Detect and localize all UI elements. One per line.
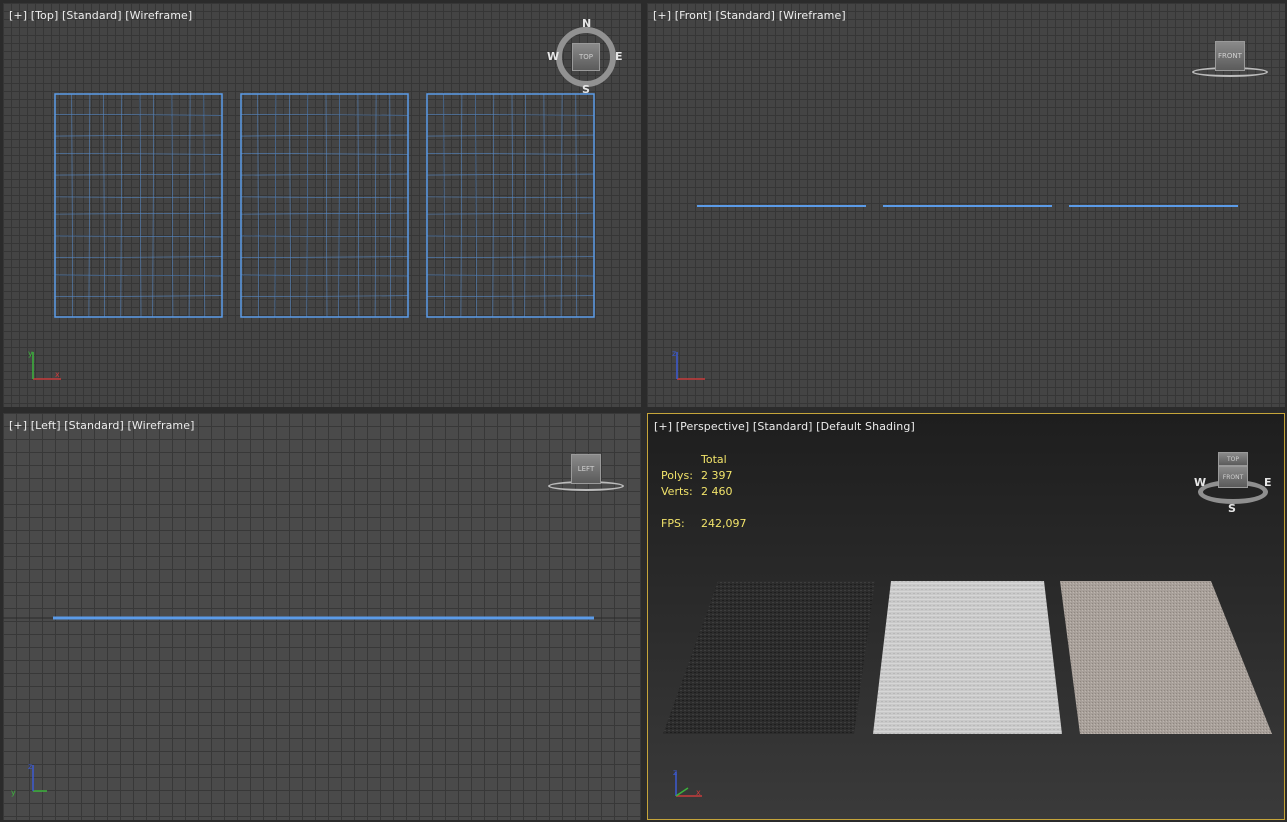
wire-line [511, 93, 514, 318]
viewcube-compass[interactable]: TOP N S E W [547, 17, 623, 96]
wire-line [274, 93, 277, 318]
wire-line [426, 212, 595, 215]
wire-line [240, 134, 409, 137]
compass-n[interactable]: N [582, 17, 591, 30]
axis-x-label: x [55, 370, 60, 379]
wire-line [71, 93, 73, 318]
wire-line [54, 134, 223, 137]
wire-line [357, 93, 360, 318]
viewcube-top[interactable]: TOP [572, 43, 600, 71]
wire-line [257, 93, 259, 318]
wire-line [240, 212, 409, 215]
axis-tripod-left: z y [11, 762, 47, 797]
rug-beige [1060, 581, 1272, 734]
wire-line [54, 274, 223, 277]
wire-line [120, 93, 123, 318]
wire-line [475, 93, 477, 318]
wire-line [426, 274, 595, 277]
wire-line [426, 235, 595, 238]
axis-y-label: y [28, 349, 33, 358]
wire-line [240, 113, 409, 116]
wire-line [460, 93, 463, 318]
wire-line [426, 256, 595, 258]
wire-line [240, 235, 409, 238]
compass-e[interactable]: E [615, 50, 623, 63]
wire-line [338, 93, 341, 318]
wire-line [426, 113, 595, 116]
svg-text:y: y [11, 788, 16, 797]
svg-text:x: x [696, 788, 701, 797]
wire-line [560, 93, 563, 318]
rug-wire-1 [54, 93, 223, 318]
wire-line [492, 93, 495, 318]
wire-line [240, 196, 409, 199]
wire-line [54, 173, 223, 176]
rug-white [873, 581, 1062, 734]
wire-line [152, 93, 154, 318]
wire-line [575, 93, 578, 318]
wire-line [374, 93, 377, 318]
wire-line [240, 256, 409, 258]
wire-line [171, 93, 174, 318]
viewport-perspective[interactable]: [+] [Perspective] [Standard] [Default Sh… [647, 413, 1285, 820]
wire-line [426, 196, 595, 199]
wire-line [543, 93, 546, 318]
axis-tripod-perspective: z x [673, 768, 702, 797]
wire-line [426, 173, 595, 176]
svg-text:z: z [28, 762, 32, 771]
wire-line [524, 93, 527, 318]
viewport-left[interactable]: [+] [Left] [Standard] [Wireframe] LEFT z… [3, 413, 641, 820]
wire-line [54, 295, 223, 298]
wire-line [426, 153, 595, 155]
perspective-rugs [663, 581, 1272, 734]
compass-s[interactable]: S [582, 83, 590, 96]
svg-text:z: z [673, 768, 677, 777]
wire-line [289, 93, 291, 318]
viewport-top[interactable]: [+] [Top] [Standard] [Wireframe] TOP N S… [3, 3, 641, 407]
wire-line [54, 153, 223, 155]
wire-line [426, 134, 595, 137]
wire-line [54, 196, 223, 199]
wire-line [240, 173, 409, 176]
axis-tripod-front: z [672, 349, 705, 380]
front-wireframe-rugs [697, 205, 1238, 207]
wire-line [443, 93, 446, 318]
wire-line [88, 93, 91, 318]
wire-line [188, 93, 191, 318]
axis-z-label: z [672, 349, 676, 358]
wire-line [103, 93, 105, 318]
rug-wire-2 [240, 93, 409, 318]
wire-line [426, 295, 595, 298]
wire-line [54, 235, 223, 238]
wire-line [240, 295, 409, 298]
wire-line [240, 274, 409, 277]
wire-line [306, 93, 309, 318]
compass-w[interactable]: W [547, 50, 559, 63]
rug-dark [663, 581, 875, 734]
axis-tripod-top: y x [28, 349, 61, 380]
wire-line [203, 93, 206, 318]
wire-line [54, 256, 223, 258]
viewport-front[interactable]: [+] [Front] [Standard] [Wireframe] FRONT… [647, 3, 1285, 407]
wire-line [240, 153, 409, 155]
wire-line [389, 93, 392, 318]
top-wireframe-rugs [54, 93, 595, 318]
wire-line [54, 212, 223, 215]
wire-line [54, 113, 223, 116]
left-wireframe-rugs [3, 616, 641, 620]
wire-line [325, 93, 328, 318]
rug-wire-3 [426, 93, 595, 318]
wire-line [139, 93, 142, 318]
